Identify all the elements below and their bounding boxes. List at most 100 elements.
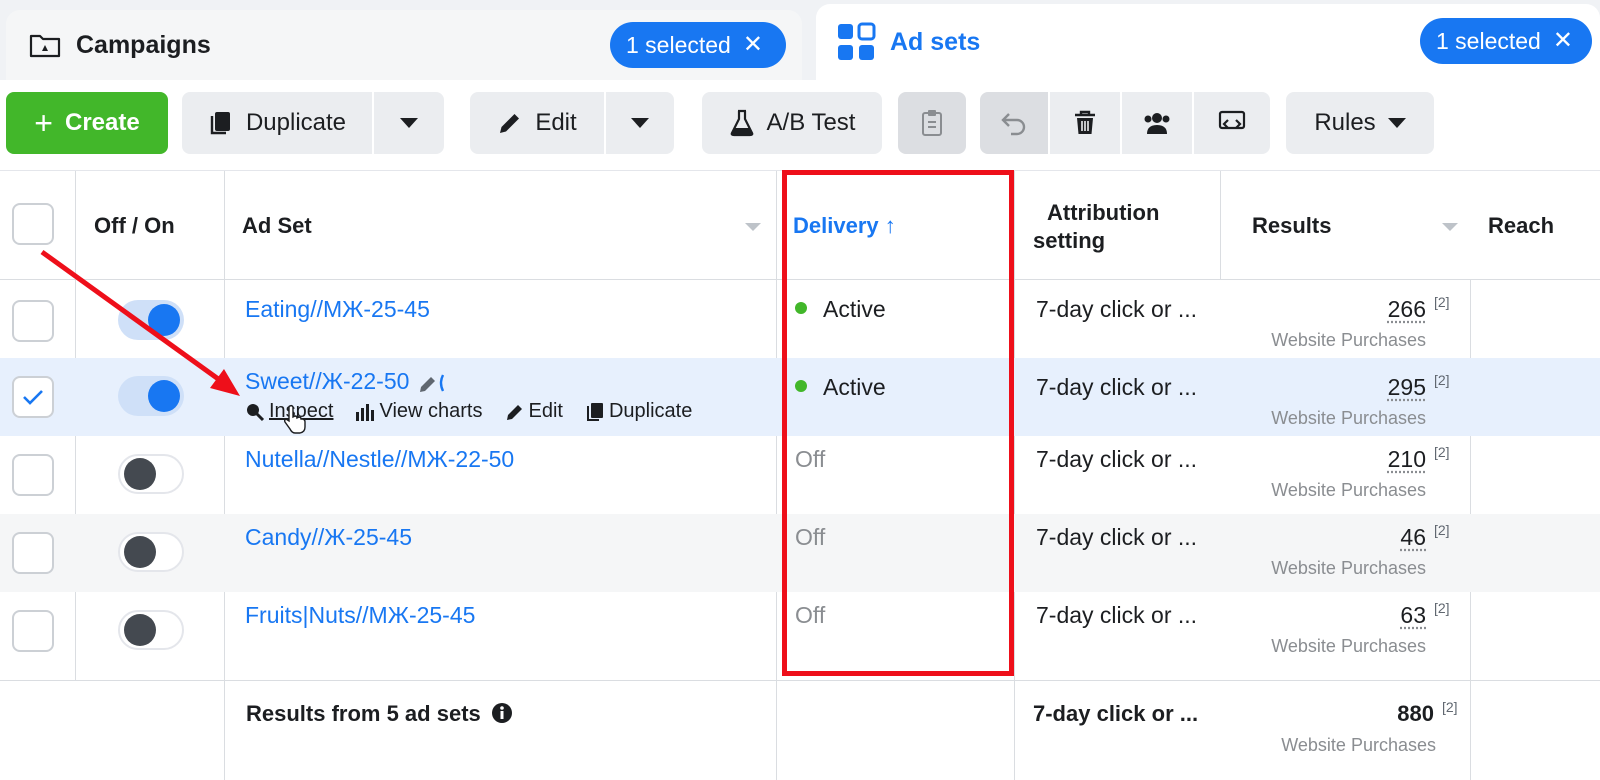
- results-value[interactable]: 210: [1388, 446, 1426, 473]
- results-footnote: [2]: [1434, 372, 1450, 388]
- header-attribution[interactable]: Attribution setting: [1033, 199, 1159, 255]
- rules-button[interactable]: Rules: [1286, 92, 1434, 154]
- checkmark-icon: [23, 390, 43, 405]
- row-checkbox[interactable]: [12, 376, 54, 418]
- totals-results-label: Website Purchases: [1281, 735, 1436, 755]
- results-footnote: [2]: [1434, 522, 1450, 538]
- caret-down-icon: [631, 118, 649, 128]
- toggle-knob: [124, 458, 156, 490]
- sort-caret-icon[interactable]: [1442, 223, 1458, 231]
- attribution-setting: 7-day click or ...: [1036, 296, 1198, 322]
- header-reach[interactable]: Reach: [1488, 213, 1554, 239]
- duplicate-icon: [210, 112, 230, 135]
- results-footnote: [2]: [1434, 600, 1450, 616]
- toolbar: + Create Duplicate Edit A/B Test Rules: [0, 80, 1600, 170]
- edit-action-label: Edit: [528, 400, 563, 422]
- adsets-selected-text: 1 selected: [1436, 27, 1541, 54]
- header-attribution-line2: setting: [1033, 228, 1106, 253]
- select-all-checkbox[interactable]: [12, 203, 54, 245]
- duplicate-button[interactable]: Duplicate: [182, 92, 372, 154]
- edit-action[interactable]: Edit: [505, 400, 563, 423]
- delete-button[interactable]: [1050, 92, 1120, 154]
- adset-toggle[interactable]: [118, 532, 184, 572]
- duplicate-label: Duplicate: [245, 109, 347, 136]
- clear-selection-icon[interactable]: ✕: [1553, 29, 1573, 53]
- results-value[interactable]: 46: [1400, 524, 1426, 551]
- totals-label-text: Results from 5 ad sets: [246, 701, 481, 726]
- bar-chart-icon: [356, 403, 375, 421]
- results-label: Website Purchases: [1271, 408, 1426, 428]
- view-charts-action[interactable]: View charts: [355, 400, 483, 423]
- row-checkbox[interactable]: [12, 454, 54, 496]
- edit-button[interactable]: Edit: [470, 92, 604, 154]
- plus-icon: +: [34, 105, 53, 141]
- adset-name-text: Sweet//Ж-22-50: [245, 368, 410, 394]
- tab-campaigns[interactable]: Campaigns 1 selected ✕: [6, 10, 802, 80]
- tab-campaigns-label: Campaigns: [76, 30, 211, 59]
- pencil-icon: [500, 114, 520, 133]
- results-label: Website Purchases: [1271, 558, 1426, 578]
- toggle-knob: [148, 380, 180, 412]
- totals-results: 880: [1397, 701, 1434, 726]
- adset-name-link[interactable]: Sweet//Ж-22-50: [245, 368, 450, 395]
- create-button[interactable]: + Create: [6, 92, 168, 154]
- results-footnote: [2]: [1434, 444, 1450, 460]
- people-icon: [1144, 113, 1170, 134]
- attribution-setting: 7-day click or ...: [1036, 446, 1198, 472]
- header-results[interactable]: Results: [1252, 213, 1331, 239]
- undo-button[interactable]: [980, 92, 1048, 154]
- results-value[interactable]: 266: [1388, 296, 1426, 323]
- clipboard-button[interactable]: [898, 92, 966, 154]
- header-toggle: Off / On: [94, 213, 175, 238]
- pencil-icon: [506, 404, 522, 420]
- toggle-knob: [148, 304, 180, 336]
- folder-icon: [29, 34, 61, 58]
- header-adset[interactable]: Ad Set: [242, 213, 312, 239]
- attribution-setting: 7-day click or ...: [1036, 374, 1198, 400]
- clear-selection-icon[interactable]: ✕: [743, 33, 763, 57]
- clipboard-icon: [922, 110, 942, 136]
- results-value[interactable]: 295: [1388, 374, 1426, 401]
- export-button[interactable]: [1194, 92, 1270, 154]
- row-checkbox[interactable]: [12, 532, 54, 574]
- row-checkbox[interactable]: [12, 610, 54, 652]
- adset-toggle[interactable]: [118, 610, 184, 650]
- toggle-knob: [124, 536, 156, 568]
- mouse-pointer-icon: [284, 404, 306, 434]
- campaigns-selected-text: 1 selected: [626, 31, 731, 58]
- results-value[interactable]: 63: [1400, 602, 1426, 629]
- duplicate-dropdown-button[interactable]: [374, 92, 444, 154]
- duplicate-action[interactable]: Duplicate: [585, 400, 692, 423]
- sort-caret-icon[interactable]: [745, 223, 761, 231]
- adset-toggle[interactable]: [118, 300, 184, 340]
- tab-adsets[interactable]: Ad sets 1 selected ✕: [816, 4, 1600, 80]
- trash-icon: [1075, 110, 1095, 134]
- adset-name-link[interactable]: Nutella//Nestle//МЖ-22-50: [245, 446, 514, 473]
- duplicate-action-label: Duplicate: [608, 400, 693, 422]
- adset-name-link[interactable]: Fruits|Nuts//МЖ-25-45: [245, 602, 475, 629]
- export-icon: [1218, 110, 1246, 130]
- adset-toggle[interactable]: [118, 376, 184, 416]
- inspect-icon: [247, 403, 265, 421]
- edit-name-pencil-icon[interactable]: [418, 372, 450, 394]
- toggle-knob: [124, 614, 156, 646]
- adset-name-link[interactable]: Candy//Ж-25-45: [245, 524, 412, 551]
- view-charts-label: View charts: [379, 400, 483, 422]
- ab-test-label: A/B Test: [766, 109, 856, 136]
- caret-down-icon: [400, 118, 418, 128]
- adset-toggle[interactable]: [118, 454, 184, 494]
- create-label: Create: [64, 109, 140, 136]
- adset-name-link[interactable]: Eating//МЖ-25-45: [245, 296, 430, 323]
- edit-dropdown-button[interactable]: [606, 92, 674, 154]
- flask-icon: [730, 109, 753, 137]
- row-checkbox[interactable]: [12, 300, 54, 342]
- rules-label: Rules: [1314, 109, 1376, 136]
- audience-button[interactable]: [1122, 92, 1192, 154]
- ab-test-button[interactable]: A/B Test: [702, 92, 882, 154]
- header-attribution-line1: Attribution: [1047, 200, 1160, 225]
- info-icon[interactable]: [491, 702, 513, 724]
- results-label: Website Purchases: [1271, 636, 1426, 656]
- campaigns-selected-badge[interactable]: 1 selected ✕: [610, 22, 786, 68]
- adsets-selected-badge[interactable]: 1 selected ✕: [1420, 18, 1592, 64]
- results-footnote: [2]: [1434, 294, 1450, 310]
